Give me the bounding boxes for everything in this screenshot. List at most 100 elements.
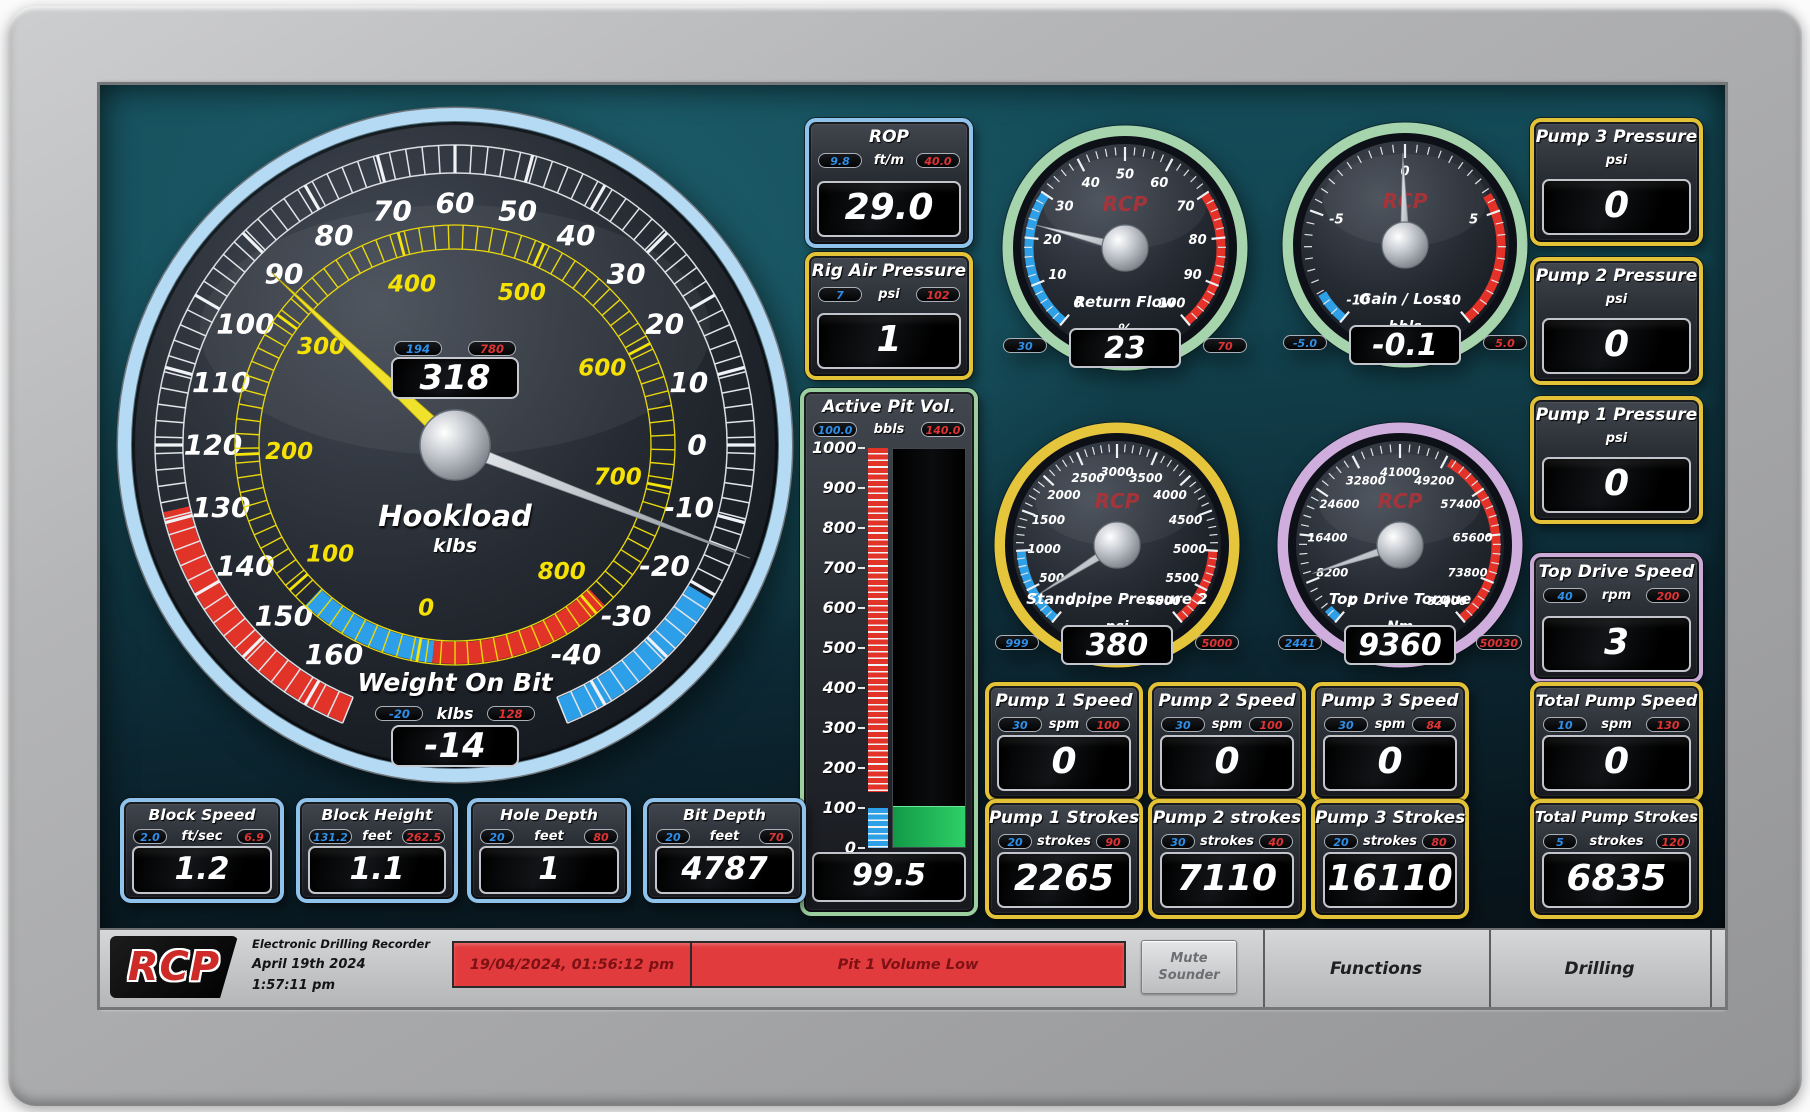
pump1-strokes-panel: Pump 1 Strokes 20 strokes 90 2265: [985, 799, 1143, 919]
panel-title: Pump 2 Speed: [1158, 691, 1296, 711]
pit-scale-label: 300: [812, 718, 865, 737]
status-bar: RCP Electronic Drilling Recorder April 1…: [100, 928, 1725, 1007]
block-speed-panel: Block Speed 2.0 ft/sec 6.9 1.2: [120, 798, 284, 903]
svg-text:49200: 49200: [1413, 474, 1454, 488]
panel-title: Total Pump Speed: [1535, 691, 1698, 710]
rcp-logo: RCP: [1378, 489, 1423, 513]
svg-text:20: 20: [645, 308, 684, 341]
svg-text:80: 80: [315, 219, 354, 252]
pit-scale-label: 400: [812, 678, 865, 697]
svg-text:1500: 1500: [1032, 513, 1065, 527]
pump2-strokes-panel: Pump 2 strokes 30 strokes 40 7110: [1148, 799, 1306, 919]
hookload-min-chip: 194: [394, 341, 442, 356]
panel-title: Rig Air Pressure: [811, 261, 967, 281]
pit-scale-label: 700: [812, 558, 865, 577]
pit-scale: 1000 900 800 700 600 500 400 300 200 100 0: [812, 438, 966, 857]
svg-text:120: 120: [184, 429, 242, 462]
svg-text:400: 400: [387, 272, 436, 298]
bit-depth-panel: Bit Depth 20 feet 70 4787: [643, 798, 806, 903]
panel-title: Pump 1 Speed: [995, 691, 1133, 711]
needle-hub: [1376, 521, 1424, 569]
wob-max-chip: 128: [486, 706, 535, 721]
min-alarm-chip: 40: [1543, 588, 1587, 603]
unit-label: feet: [534, 829, 564, 844]
svg-text:16400: 16400: [1307, 530, 1347, 544]
unit-label: feet: [362, 829, 392, 844]
hookload-title: Hookload: [378, 499, 532, 533]
alarm-banner[interactable]: 19/04/2024, 01:56:12 pm Pit 1 Volume Low: [452, 941, 1126, 988]
unit-label: ft/m: [873, 153, 905, 168]
svg-text:70: 70: [373, 195, 412, 228]
svg-text:40: 40: [556, 219, 596, 252]
min-alarm-chip: 20: [656, 829, 690, 844]
drilling-button[interactable]: Drilling: [1489, 930, 1710, 1007]
unit-label: psi: [878, 287, 900, 302]
svg-text:-40: -40: [551, 638, 602, 671]
rcp-logo: RCP: [1095, 489, 1140, 513]
svg-text:5000: 5000: [1173, 542, 1206, 556]
dial-title: Standpipe Pressure 2: [1026, 590, 1207, 608]
svg-text:60: 60: [436, 187, 475, 220]
unit-label: psi: [1605, 431, 1628, 446]
min-alarm-chip: 20: [998, 834, 1032, 849]
svg-text:57400: 57400: [1441, 497, 1481, 511]
unit-label: strokes: [1199, 834, 1255, 849]
max-alarm-chip: 262.5: [402, 829, 445, 844]
min-alarm-chip: 30: [1161, 834, 1195, 849]
pit-low-zone: [868, 808, 888, 848]
rop-panel: ROP 9.8 ft/m 40.0 29.0: [805, 118, 973, 248]
rcp-logo-text: RCP: [127, 944, 221, 990]
max-alarm-chip: 6.9: [236, 829, 271, 844]
needle-hub: [1093, 521, 1141, 569]
hole-depth-panel: Hole Depth 20 feet 80 1: [467, 798, 631, 903]
svg-text:70: 70: [1176, 200, 1194, 215]
panel-title: Active Pit Vol.: [822, 397, 956, 417]
alarm-timestamp: 19/04/2024, 01:56:12 pm: [454, 943, 692, 986]
rcp-logo: RCP: [1103, 192, 1148, 216]
digital-value: 1: [479, 846, 619, 894]
panel-title: Block Speed: [148, 806, 256, 824]
min-alarm-chip: 20: [480, 829, 514, 844]
max-alarm-chip: 100: [1249, 717, 1293, 732]
pump1-pressure-panel: Pump 1 Pressure psi 0: [1530, 396, 1703, 524]
max-alarm-chip: 80: [583, 829, 618, 844]
max-alarm-chip: 5.0: [1483, 335, 1527, 350]
digital-value: 0: [1542, 735, 1691, 791]
pit-scale-label: 800: [812, 518, 865, 537]
svg-text:500: 500: [1039, 571, 1064, 585]
mute-sounder-button[interactable]: Mute Sounder: [1141, 940, 1237, 994]
pump2-speed-panel: Pump 2 Speed 30 spm 100 0: [1148, 682, 1306, 802]
svg-text:20: 20: [1043, 233, 1061, 248]
pump3-pressure-panel: Pump 3 Pressure psi 0: [1530, 118, 1703, 246]
svg-text:4000: 4000: [1152, 488, 1186, 502]
max-alarm-chip: 40: [1259, 834, 1293, 849]
min-alarm-chip: 2.0: [133, 829, 167, 844]
svg-text:90: 90: [1184, 268, 1202, 283]
digital-value: 380: [1061, 625, 1173, 665]
pit-scale-label: 200: [812, 758, 865, 777]
svg-text:700: 700: [594, 464, 642, 490]
panel-title: Top Drive Speed: [1538, 562, 1695, 582]
svg-text:30: 30: [607, 257, 646, 290]
pit-tick-strip: [868, 448, 888, 848]
mute-label-line2: Sounder: [1158, 968, 1220, 983]
svg-text:10: 10: [669, 366, 708, 399]
unit-label: spm: [1374, 717, 1406, 732]
digital-value: 7110: [1160, 852, 1294, 908]
hookload-gauge: 160 150 140 130 120 110 100 90 80 70 60 50 40 30 20 10 0…: [115, 105, 795, 785]
max-alarm-chip: 120: [1656, 834, 1690, 849]
wob-min-chip: -20: [375, 706, 424, 721]
max-alarm-chip: 70: [1203, 338, 1247, 353]
panel-title: Pump 3 Speed: [1321, 691, 1459, 711]
svg-text:200: 200: [265, 439, 313, 465]
wob-title: Weight On Bit: [357, 668, 553, 697]
hookload-unit: klbs: [432, 535, 478, 557]
panel-title: Pump 2 strokes: [1152, 808, 1302, 828]
min-alarm-chip: 131.2: [309, 829, 352, 844]
pit-normal-zone: [868, 792, 888, 808]
digital-value: 23: [1069, 328, 1181, 368]
pit-bar: [892, 448, 966, 848]
svg-text:65600: 65600: [1453, 530, 1493, 544]
functions-button[interactable]: Functions: [1263, 930, 1489, 1007]
active-pit-volume-gauge: Active Pit Vol. 100.0 bbls 140.0 1000 900…: [800, 388, 978, 916]
